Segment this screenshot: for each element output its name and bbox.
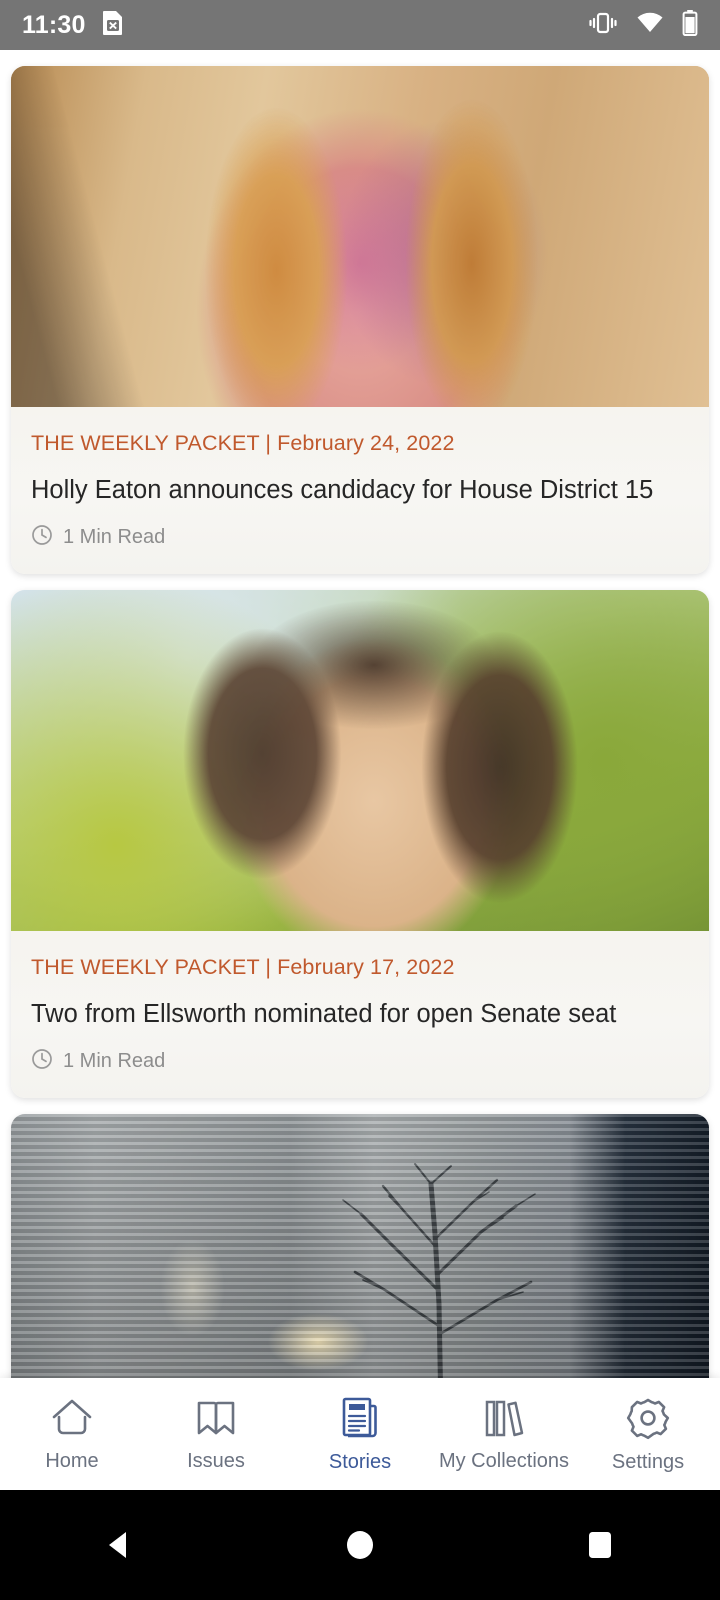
nav-item-home[interactable]: Home — [0, 1397, 144, 1471]
story-card[interactable] — [11, 1113, 709, 1390]
story-read-time-row: 1 Min Read — [31, 1048, 689, 1076]
battery-icon — [682, 9, 698, 41]
story-kicker: THE WEEKLY PACKET | February 17, 2022 — [31, 954, 455, 979]
back-button[interactable] — [60, 1490, 180, 1600]
story-headline[interactable]: Holly Eaton announces candidacy for Hous… — [31, 475, 689, 506]
story-read-time: 1 Min Read — [63, 526, 166, 549]
story-card[interactable]: THE WEEKLY PACKET | February 17, 2022 Tw… — [11, 589, 709, 1098]
story-headline[interactable]: Two from Ellsworth nominated for open Se… — [31, 999, 689, 1030]
status-bar-clock: 11:30 — [22, 10, 86, 39]
story-read-time-row: 1 Min Read — [31, 524, 689, 552]
open-book-icon — [195, 1397, 237, 1444]
wifi-icon — [636, 12, 664, 39]
story-image — [11, 589, 709, 931]
nav-item-issues[interactable]: Issues — [144, 1397, 288, 1471]
status-bar-right — [588, 9, 698, 41]
gear-icon — [626, 1396, 670, 1445]
no-sim-card-icon — [102, 10, 124, 41]
nav-label-home: Home — [45, 1450, 99, 1472]
story-image — [11, 66, 709, 407]
nav-label-stories: Stories — [328, 1451, 392, 1473]
story-read-time: 1 Min Read — [63, 1050, 166, 1073]
story-card-text: THE WEEKLY PACKET | February 24, 2022 Ho… — [11, 407, 709, 574]
status-bar: 11:30 — [0, 0, 720, 50]
nav-item-settings[interactable]: Settings — [576, 1396, 720, 1472]
nav-item-stories[interactable]: Stories — [288, 1396, 432, 1472]
home-button[interactable] — [300, 1490, 420, 1600]
vibrate-icon — [588, 11, 618, 40]
clock-icon — [31, 524, 53, 552]
nav-label-my-collections: My Collections — [438, 1450, 570, 1472]
bottom-navigation-bar: Home Issues Stories My Collections Setti… — [0, 1378, 720, 1490]
nav-label-issues: Issues — [187, 1450, 245, 1472]
story-kicker: THE WEEKLY PACKET | February 24, 2022 — [31, 431, 455, 455]
android-system-nav-bar — [0, 1490, 720, 1600]
nav-item-my-collections[interactable]: My Collections — [432, 1397, 576, 1471]
status-bar-left: 11:30 — [22, 10, 124, 41]
clock-icon — [31, 1048, 53, 1076]
bookshelf-icon — [482, 1397, 526, 1444]
home-icon — [49, 1397, 95, 1444]
phone-screen: 11:30 THE WEEKLY PACKET | February 24, 2… — [0, 0, 720, 1600]
story-card-text: THE WEEKLY PACKET | February 17, 2022 Tw… — [11, 930, 709, 1098]
story-card[interactable]: THE WEEKLY PACKET | February 24, 2022 Ho… — [11, 66, 709, 574]
story-feed[interactable]: THE WEEKLY PACKET | February 24, 2022 Ho… — [0, 50, 720, 1390]
recents-button[interactable] — [540, 1490, 660, 1600]
story-image — [11, 1113, 709, 1390]
nav-label-settings: Settings — [611, 1451, 685, 1473]
newspaper-icon — [339, 1396, 381, 1445]
tree-silhouette — [342, 1162, 536, 1390]
